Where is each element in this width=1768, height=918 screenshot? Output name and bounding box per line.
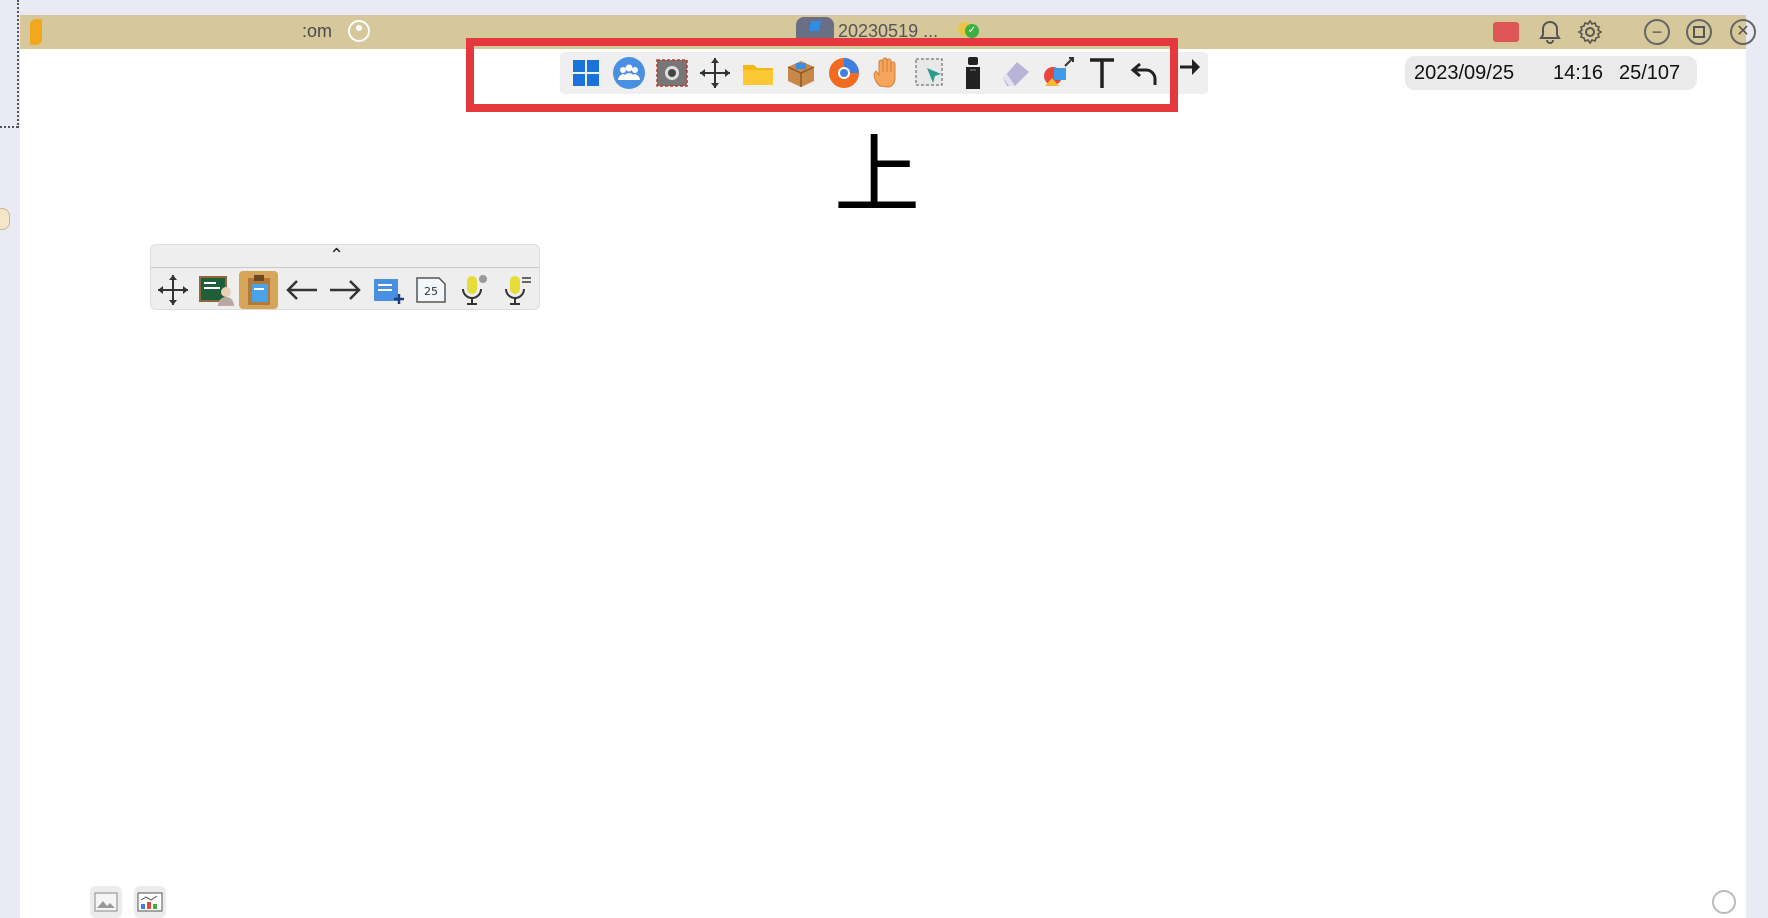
page-counter[interactable]: 25/107 — [1619, 62, 1680, 85]
bell-icon[interactable] — [1536, 18, 1564, 46]
page-number-icon[interactable]: 25 — [411, 271, 450, 309]
mic-icon[interactable] — [454, 271, 493, 309]
panel-divider — [151, 267, 539, 268]
image-icon[interactable] — [90, 886, 122, 918]
mic-settings-icon[interactable] — [497, 271, 536, 309]
move-icon[interactable] — [153, 271, 192, 309]
maximize-icon[interactable] — [1686, 19, 1712, 45]
clipboard-icon[interactable] — [239, 271, 278, 309]
time-label: 14:16 — [1553, 62, 1604, 84]
selection-dotted-border-bottom — [0, 126, 18, 128]
dashboard-icon[interactable] — [134, 886, 166, 918]
blackboard-icon[interactable] — [196, 271, 235, 309]
left-edge-strip — [0, 0, 20, 918]
cast-icon[interactable] — [1490, 18, 1522, 46]
collapse-chevron-icon[interactable]: ⌃ — [329, 245, 344, 266]
add-page-icon[interactable] — [368, 271, 407, 309]
toolbar-highlight-box — [466, 38, 1178, 112]
floating-tool-row: 25 — [153, 271, 536, 309]
close-icon[interactable]: ✕ — [1730, 19, 1756, 45]
user-icon[interactable] — [348, 20, 370, 42]
back-arrow-icon[interactable] — [282, 271, 321, 309]
user-corner-icon[interactable] — [1712, 890, 1736, 914]
date-label: 2023/09/25 — [1414, 62, 1515, 84]
minimize-icon[interactable]: − — [1644, 19, 1670, 45]
selection-dotted-border — [17, 0, 19, 128]
page-number-text: 25 — [424, 285, 438, 298]
account-label: :om — [302, 21, 333, 41]
forward-arrow-icon[interactable] — [325, 271, 364, 309]
gear-icon[interactable] — [1576, 18, 1604, 46]
app-logo-icon — [30, 19, 42, 45]
floating-tool-panel: ⌃ 25 — [150, 244, 540, 310]
redo-icon[interactable] — [1178, 54, 1204, 82]
sync-status-icon — [958, 20, 979, 40]
file-icon — [796, 17, 834, 39]
canvas-character[interactable]: 上 — [834, 126, 920, 226]
